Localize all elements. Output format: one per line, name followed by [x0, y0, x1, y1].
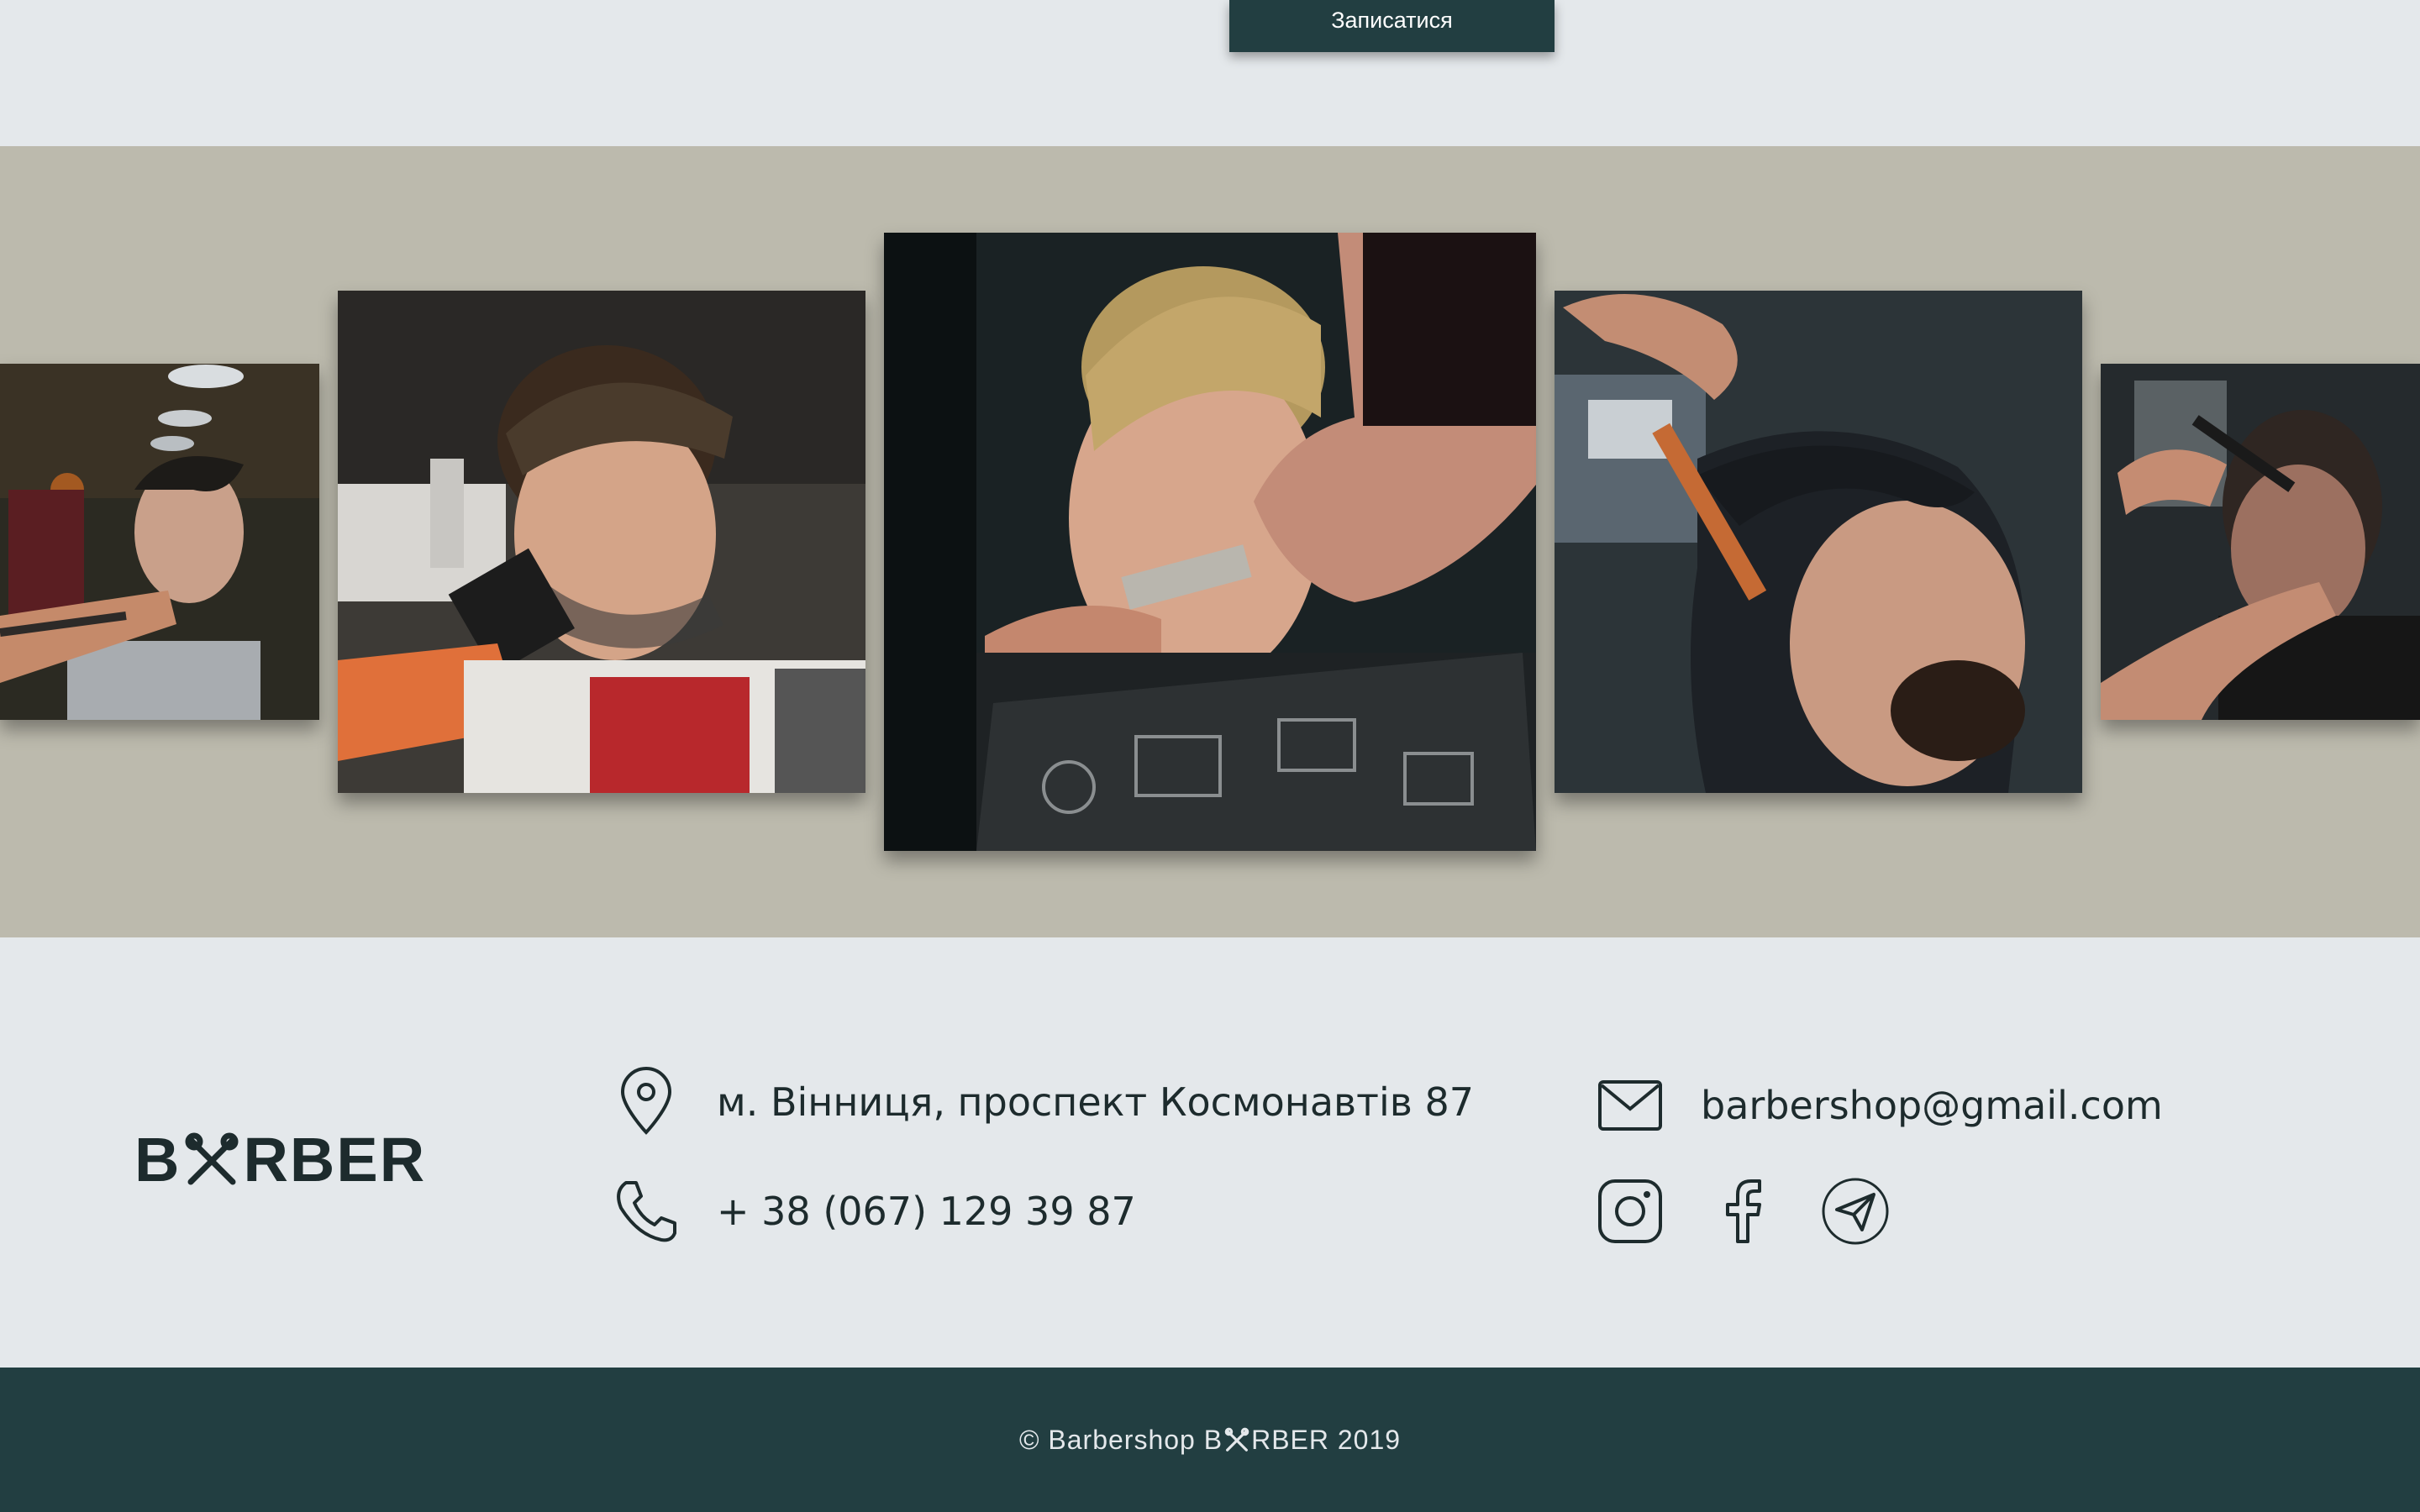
gallery-slide-far-left[interactable]: [0, 364, 319, 720]
social-links: [1595, 1176, 1933, 1247]
email-row[interactable]: barbershop@gmail.com: [1595, 1070, 2163, 1141]
logo-text-right: RBER: [243, 1124, 427, 1194]
barber-photo-2: [338, 291, 865, 793]
top-band: [0, 0, 2420, 146]
gallery-slide-far-right[interactable]: [2101, 364, 2420, 720]
gallery-slide-left[interactable]: [338, 291, 865, 793]
copyright-left: © Barbershop B: [1018, 1424, 1223, 1455]
telegram-icon[interactable]: [1820, 1176, 1891, 1247]
barber-photo-4: [1555, 291, 2082, 793]
logo-text-left: B: [134, 1124, 182, 1194]
mail-icon: [1598, 1080, 1662, 1131]
phone-icon: [617, 1181, 676, 1242]
instagram-icon[interactable]: [1595, 1176, 1665, 1247]
scissors-razor-logo-icon: [185, 1132, 239, 1185]
gallery-slide-center[interactable]: [884, 233, 1536, 851]
gallery-slide-right[interactable]: [1555, 291, 2082, 793]
barber-photo-3: [884, 233, 1536, 851]
photo-gallery: [0, 146, 2420, 937]
copyright-right: RBER 2019: [1251, 1424, 1402, 1455]
barber-photo-1: [0, 364, 319, 720]
address-row: м. Вінниця, проспект Космонавтів 87: [611, 1067, 1474, 1137]
scissors-razor-footer-icon: [1224, 1427, 1249, 1452]
address-text: м. Вінниця, проспект Космонавтів 87: [717, 1079, 1474, 1125]
book-appointment-button[interactable]: Записатися: [1229, 0, 1555, 52]
phone-text[interactable]: + 38 (067) 129 39 87: [717, 1189, 1136, 1234]
email-text[interactable]: barbershop@gmail.com: [1701, 1083, 2163, 1128]
map-pin-icon: [620, 1067, 672, 1135]
barber-photo-5: [2101, 364, 2420, 720]
site-footer: © Barbershop B RBER 2019: [0, 1368, 2420, 1512]
site-logo[interactable]: B RBER: [134, 1124, 427, 1194]
facebook-icon[interactable]: [1707, 1176, 1778, 1247]
phone-row[interactable]: + 38 (067) 129 39 87: [611, 1176, 1136, 1247]
